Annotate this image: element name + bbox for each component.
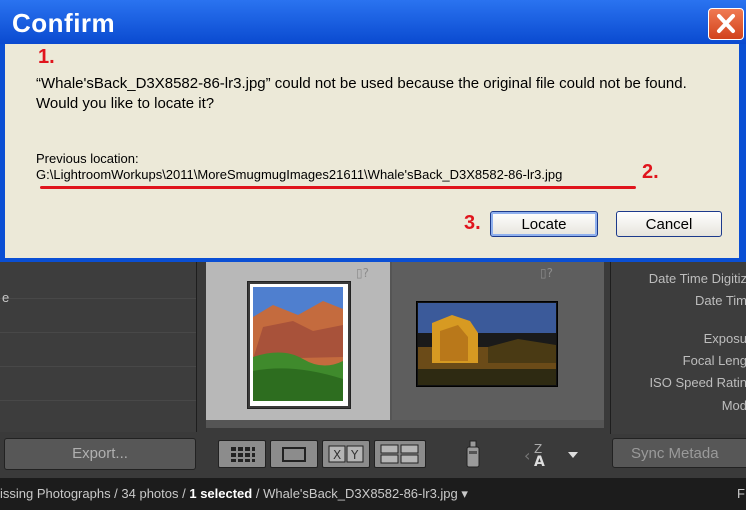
spray-can-icon: [466, 440, 480, 468]
annotation-underline: [40, 186, 636, 189]
export-button[interactable]: Export...: [4, 438, 196, 470]
metadata-label: Exposu: [703, 331, 746, 346]
grid-icon: [231, 447, 255, 462]
panel-divider: [0, 366, 196, 367]
metadata-label: Focal Leng: [682, 353, 746, 368]
dialog-titlebar[interactable]: Confirm: [0, 0, 746, 44]
svg-text:Y: Y: [350, 448, 359, 462]
survey-icon: [380, 444, 419, 464]
annotation-number-2: 2.: [642, 161, 659, 183]
dialog-title: Confirm: [12, 8, 116, 38]
compare-xy-icon: X Y: [328, 445, 364, 463]
previous-location-label: Previous location:: [36, 151, 139, 166]
cancel-button[interactable]: Cancel: [616, 211, 722, 237]
photo-thumbnail[interactable]: [416, 301, 558, 387]
canyon-photo-icon: [253, 287, 343, 401]
photo-thumbnail-selected[interactable]: [247, 281, 351, 409]
left-panel: [0, 262, 197, 432]
panel-divider: [0, 400, 196, 401]
metadata-label: Date Tim: [694, 293, 746, 308]
survey-view-button[interactable]: [374, 440, 426, 468]
right-panel: Date Time Digitiz Date Tim Exposu Focal …: [610, 262, 746, 434]
metadata-label: ISO Speed Ratin: [649, 375, 746, 390]
annotation-number-1: 1.: [38, 46, 55, 68]
left-panel-text: e: [2, 290, 10, 305]
status-path: issing Photographs / 34 photos /: [0, 486, 190, 501]
close-icon: [717, 14, 735, 33]
status-selected-count: 1 selected: [189, 486, 253, 501]
sync-metadata-button[interactable]: Sync Metada: [612, 438, 746, 468]
compare-view-button[interactable]: X Y: [322, 440, 370, 468]
painter-button[interactable]: [462, 439, 484, 469]
status-filename[interactable]: / Whale'sBack_D3X8582-86-lr3.jpg ▾: [252, 486, 468, 501]
metadata-label: Date Time Digitiz: [648, 271, 746, 286]
previous-location-path: G:\LightroomWorkups\2011\MoreSmugmugImag…: [36, 167, 563, 182]
panel-divider: [0, 298, 196, 299]
svg-text:‹: ‹: [524, 446, 530, 465]
svg-text:X: X: [333, 448, 341, 462]
sort-order-control[interactable]: ‹ Z A: [522, 439, 586, 470]
missing-file-badge-icon[interactable]: ▯?: [540, 266, 553, 280]
grid-view-button[interactable]: [218, 440, 266, 468]
missing-file-badge-icon[interactable]: ▯?: [356, 266, 369, 280]
metadata-label: Mod: [721, 398, 746, 413]
status-filter[interactable]: F: [737, 478, 745, 510]
filmstrip-status-bar: issing Photographs / 34 photos / 1 selec…: [0, 478, 746, 510]
locate-button[interactable]: Locate: [490, 211, 598, 237]
loupe-icon: [282, 447, 306, 462]
loupe-view-button[interactable]: [270, 440, 318, 468]
sort-az-icon: ‹ Z A: [524, 442, 578, 470]
svg-text:A: A: [534, 454, 545, 469]
confirm-dialog: Confirm 1. “Whale'sBack_D3X8582-86-lr3.j…: [0, 0, 746, 262]
panel-divider: [0, 332, 196, 333]
close-button[interactable]: [708, 8, 744, 40]
annotation-number-3: 3.: [464, 212, 481, 234]
ruins-photo-icon: [418, 303, 556, 385]
dialog-message: “Whale'sBack_D3X8582-86-lr3.jpg” could n…: [36, 75, 687, 112]
